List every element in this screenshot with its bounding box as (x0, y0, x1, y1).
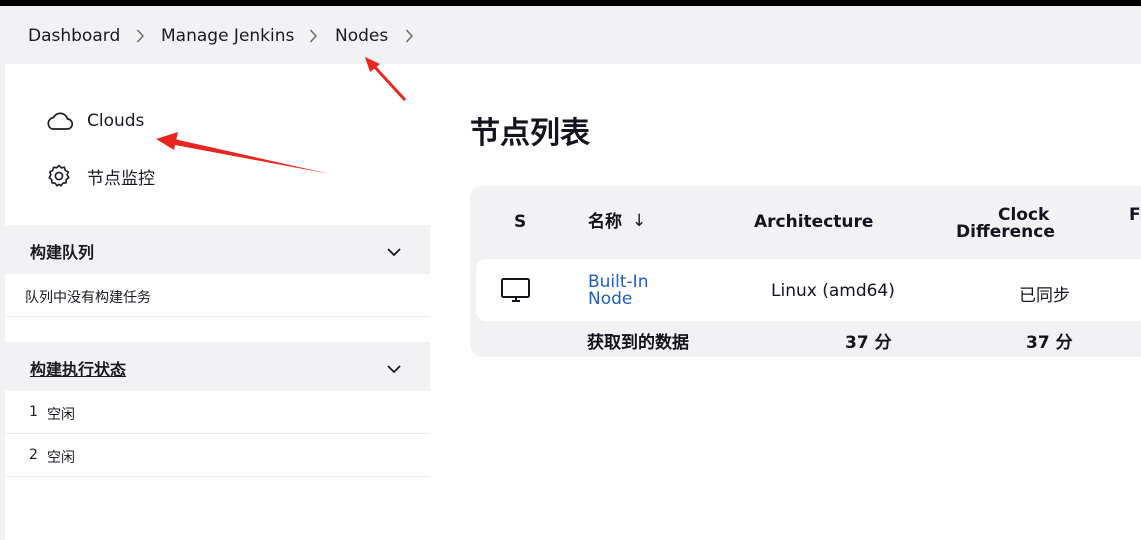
architecture-data-age: 37 分 (845, 333, 892, 353)
sort-arrow-icon[interactable]: ↓ (632, 213, 646, 230)
column-header-free-space[interactable]: Fr (1129, 207, 1141, 224)
chevron-right-icon (309, 28, 318, 46)
chevron-down-icon[interactable] (386, 359, 402, 378)
breadcrumb-nodes[interactable]: Nodes (335, 25, 388, 47)
executor-state: 空闲 (47, 450, 75, 466)
executor-row: 2 空闲 (5, 434, 430, 477)
build-queue-header[interactable]: 构建队列 (5, 225, 430, 274)
column-header-status[interactable]: S (514, 214, 526, 231)
chevron-right-icon (136, 28, 145, 46)
gear-icon (44, 161, 74, 191)
annotation-arrow-clouds (156, 132, 330, 174)
sidebar-item-label: 节点监控 (87, 168, 155, 189)
sidebar-item-clouds[interactable]: Clouds (44, 106, 144, 136)
cloud-icon (44, 106, 74, 136)
sidebar-item-node-monitoring[interactable]: 节点监控 (44, 161, 155, 191)
data-obtained-label: 获取到的数据 (587, 333, 689, 353)
computer-icon (500, 277, 532, 309)
executor-row: 1 空闲 (5, 391, 430, 434)
page-title: 节点列表 (470, 116, 590, 151)
node-clock-difference: 已同步 (1019, 286, 1070, 306)
sidebar-item-label: Clouds (87, 111, 145, 131)
breadcrumb-manage-jenkins[interactable]: Manage Jenkins (161, 25, 294, 47)
executor-number: 2 (29, 447, 38, 463)
column-header-name[interactable]: 名称 (588, 214, 622, 231)
executor-state: 空闲 (47, 407, 75, 423)
clock-data-age: 37 分 (1026, 333, 1073, 353)
node-architecture: Linux (amd64) (771, 281, 895, 301)
breadcrumb: Dashboard Manage Jenkins Nodes (0, 6, 1141, 64)
column-header-clock-line2[interactable]: Difference (956, 224, 1055, 241)
column-header-architecture[interactable]: Architecture (754, 214, 873, 231)
node-name-line2[interactable]: Node (588, 291, 668, 308)
build-queue-empty: 队列中没有构建任务 (5, 274, 430, 317)
executor-number: 1 (29, 404, 38, 420)
build-queue-empty-text: 队列中没有构建任务 (25, 290, 151, 306)
build-queue-title: 构建队列 (30, 243, 95, 262)
chevron-right-icon[interactable] (405, 28, 414, 46)
executor-status-header[interactable]: 构建执行状态 (5, 342, 430, 391)
breadcrumb-dashboard[interactable]: Dashboard (28, 25, 120, 47)
node-link-built-in[interactable]: Built-In Node (588, 274, 668, 308)
executor-status-title[interactable]: 构建执行状态 (30, 356, 126, 380)
chevron-down-icon[interactable] (386, 242, 402, 261)
